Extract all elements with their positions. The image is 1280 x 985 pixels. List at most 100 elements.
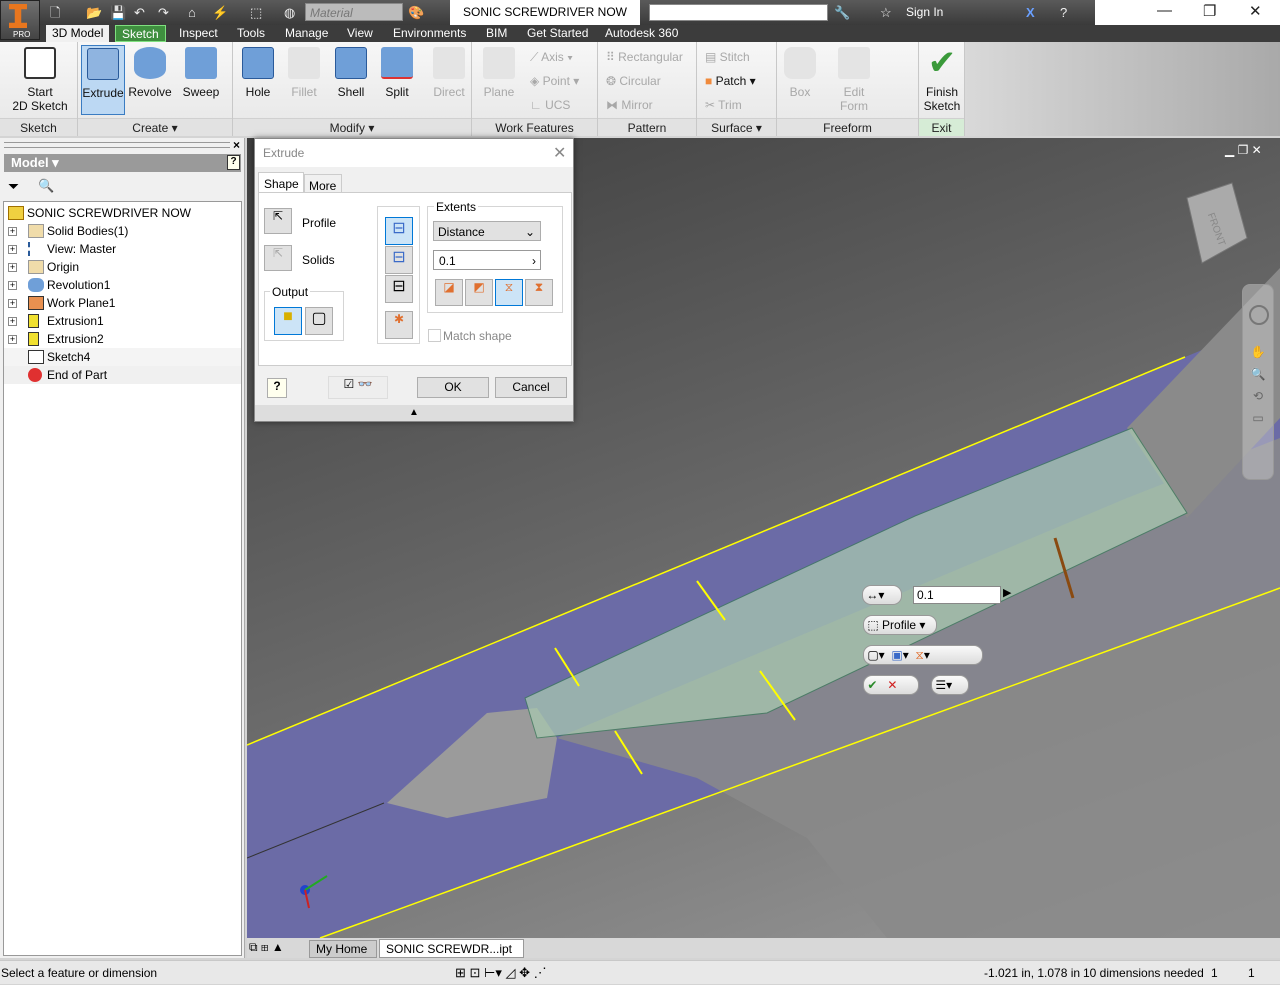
appearance-icon[interactable]: ◍ xyxy=(284,4,295,21)
dialog-help-icon[interactable]: ? xyxy=(267,378,287,398)
axis-button[interactable]: ⟋ Axis ▾ xyxy=(530,50,573,64)
tree-item-end-of-part[interactable]: End of Part xyxy=(4,366,241,384)
revolve-button[interactable]: Revolve xyxy=(127,45,173,115)
favorites-icon[interactable]: ☆ xyxy=(880,4,892,21)
select-icon[interactable]: ⬚ xyxy=(250,4,262,21)
mirror-button[interactable]: ⧓ Mirror xyxy=(606,98,653,112)
sign-in-button[interactable]: Sign In xyxy=(906,4,943,21)
preview-toggle[interactable]: ☑ 👓 xyxy=(328,376,388,399)
ucs-button[interactable]: ∟ UCS xyxy=(530,98,570,112)
mini-profile-button[interactable]: ⬚ Profile ▾ xyxy=(863,615,937,635)
browser-grip[interactable] xyxy=(4,142,230,148)
tab-shape[interactable]: Shape xyxy=(258,172,304,193)
surface-panel-label[interactable]: Surface ▾ xyxy=(697,118,776,136)
viewport-window-controls[interactable]: ▁ ❐ ✕ xyxy=(1225,143,1262,157)
modify-panel-label[interactable]: Modify ▾ xyxy=(233,118,471,136)
help-search-input[interactable] xyxy=(649,4,828,21)
mini-distance-arrow[interactable]: ▶ xyxy=(1003,586,1011,599)
cancel-button[interactable]: Cancel xyxy=(495,377,567,398)
key-icon[interactable]: 🔧 xyxy=(834,4,850,21)
tab-manage[interactable]: Manage xyxy=(279,25,334,42)
sweep-button[interactable]: Sweep xyxy=(178,45,224,115)
filter-icon[interactable]: ⏷ xyxy=(8,178,19,195)
tree-item-work-plane1[interactable]: + Work Plane1 xyxy=(4,294,241,312)
browser-close-icon[interactable]: × xyxy=(233,138,240,152)
navigation-bar[interactable]: ✋ 🔍 ⟲ ▭ xyxy=(1242,284,1274,480)
redo-icon[interactable]: ↷ xyxy=(158,4,169,21)
direction-2-button[interactable]: ◩ xyxy=(465,279,493,306)
shell-button[interactable]: Shell xyxy=(328,45,374,115)
stitch-button[interactable]: ▤ Stitch xyxy=(705,50,750,64)
finish-sketch-button[interactable]: ✔ Finish Sketch xyxy=(919,45,965,115)
cut-button[interactable]: ⊟ xyxy=(385,246,413,274)
tree-item-solid-bodies[interactable]: + Solid Bodies(1) xyxy=(4,222,241,240)
new-solid-button[interactable]: ✱ xyxy=(385,311,413,339)
tree-item-extrusion1[interactable]: + Extrusion1 xyxy=(4,312,241,330)
extrude-button[interactable]: Extrude xyxy=(81,45,125,115)
help-icon[interactable]: ? xyxy=(1060,4,1067,21)
zoom-icon[interactable]: 🔍 xyxy=(1243,367,1273,381)
tab-inspect[interactable]: Inspect xyxy=(173,25,224,42)
tree-item-origin[interactable]: + Origin xyxy=(4,258,241,276)
ok-button[interactable]: OK xyxy=(417,377,489,398)
edit-form-button[interactable]: Edit Form xyxy=(831,45,877,115)
tab-document[interactable]: SONIC SCREWDR...ipt ⊠ xyxy=(379,939,524,969)
new-icon[interactable]: 🗋 xyxy=(50,4,60,21)
tab-tools[interactable]: Tools xyxy=(231,25,271,42)
tab-3d-model[interactable]: 3D Model xyxy=(46,25,110,42)
mini-output-direction-buttons[interactable]: ▢▾ ▣▾ ⧖▾ xyxy=(863,645,983,665)
tab-autodesk-360[interactable]: Autodesk 360 xyxy=(599,25,684,42)
home-icon[interactable]: ⌂ xyxy=(188,4,196,21)
sketch-tools-icons[interactable]: ⊞ ⊡ ⊢▾ ◿ ✥ ⋰ xyxy=(455,961,547,985)
point-button[interactable]: ◈ Point ▾ xyxy=(530,74,579,88)
hole-button[interactable]: Hole xyxy=(235,45,281,115)
tree-item-view[interactable]: + View: Master xyxy=(4,240,241,258)
direction-1-button[interactable]: ◪ xyxy=(435,279,463,306)
solids-select-button[interactable]: ⇱ xyxy=(264,245,292,271)
restore-icon[interactable]: ❐ xyxy=(1203,2,1216,20)
update-icon[interactable]: ⚡ xyxy=(212,4,228,21)
collapse-arrow-icon[interactable]: ▲ xyxy=(255,405,573,421)
steering-wheel-icon[interactable] xyxy=(1249,305,1269,325)
tab-view[interactable]: View xyxy=(341,25,379,42)
tile-windows-icon[interactable]: ⧉ ⊞ ▲ xyxy=(249,940,284,955)
profile-select-button[interactable]: ⇱ xyxy=(264,208,292,234)
circular-pattern-button[interactable]: ❂ Circular xyxy=(606,74,661,88)
patch-button[interactable]: ■ Patch ▾ xyxy=(705,74,756,88)
box-button[interactable]: Box xyxy=(777,45,823,115)
output-solid-button[interactable]: ■ xyxy=(274,307,302,335)
plane-button[interactable]: Plane xyxy=(476,45,522,115)
extent-type-dropdown[interactable]: Distance ⌄ xyxy=(433,221,541,241)
save-icon[interactable]: 💾 xyxy=(110,4,126,21)
exchange-icon[interactable]: X xyxy=(1026,4,1035,21)
color-wheel-icon[interactable]: 🎨 xyxy=(408,4,424,21)
tab-bim[interactable]: BIM xyxy=(480,25,513,42)
tab-environments[interactable]: Environments xyxy=(387,25,472,42)
tree-item-extrusion2[interactable]: + Extrusion2 xyxy=(4,330,241,348)
tree-item-sketch4[interactable]: Sketch4 xyxy=(4,348,241,366)
close-icon[interactable]: ✕ xyxy=(1249,2,1262,20)
orbit-icon[interactable]: ⟲ xyxy=(1243,389,1273,403)
start-2d-sketch-button[interactable]: Start 2D Sketch xyxy=(10,45,70,115)
create-panel-label[interactable]: Create ▾ xyxy=(78,118,232,136)
output-surface-button[interactable]: ▢ xyxy=(305,307,333,335)
minimize-icon[interactable]: — xyxy=(1157,2,1172,19)
rectangular-pattern-button[interactable]: ⠿ Rectangular xyxy=(606,50,683,64)
material-dropdown[interactable]: Material xyxy=(305,3,403,21)
tab-sketch[interactable]: Sketch xyxy=(115,25,166,42)
split-button[interactable]: Split xyxy=(374,45,420,115)
dialog-close-icon[interactable]: ✕ xyxy=(553,143,566,163)
tab-more[interactable]: More xyxy=(304,174,342,193)
fillet-button[interactable]: Fillet xyxy=(281,45,327,115)
browser-header[interactable]: Model ▾ xyxy=(4,154,241,172)
tree-item-revolution1[interactable]: + Revolution1 xyxy=(4,276,241,294)
trim-button[interactable]: ✂ Trim xyxy=(705,98,742,112)
symmetric-button[interactable]: ⧖ xyxy=(495,279,523,306)
mini-ok-cancel[interactable]: ✔ ✕ xyxy=(863,675,919,695)
mini-options-button[interactable]: ☰▾ xyxy=(931,675,969,695)
match-shape-checkbox[interactable] xyxy=(428,329,441,342)
asymmetric-button[interactable]: ⧗ xyxy=(525,279,553,306)
tree-root[interactable]: SONIC SCREWDRIVER NOW xyxy=(4,204,241,222)
undo-icon[interactable]: ↶ xyxy=(134,4,145,21)
look-at-icon[interactable]: ▭ xyxy=(1243,411,1273,425)
